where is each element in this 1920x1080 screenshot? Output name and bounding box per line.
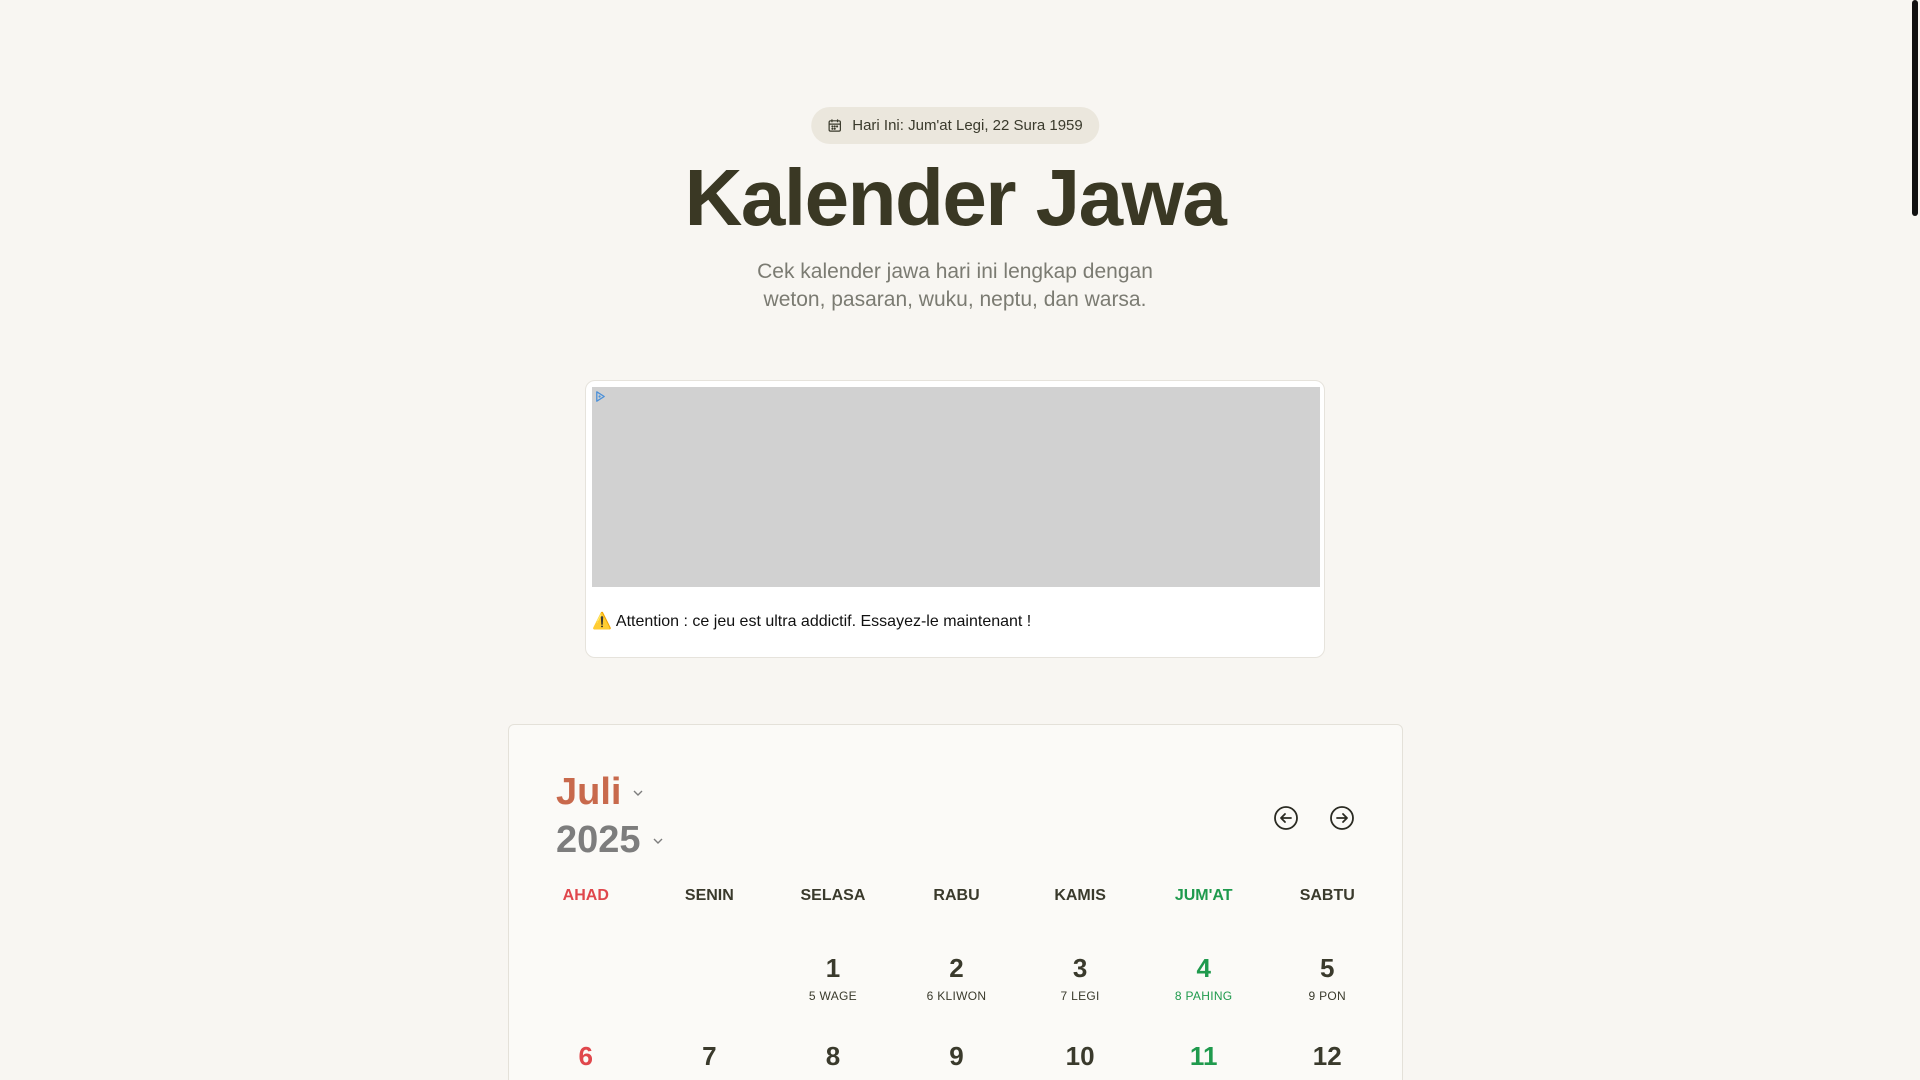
day-number: 4 — [1196, 953, 1211, 983]
day-number: 5 — [1320, 953, 1335, 983]
day-number: 1 — [825, 953, 841, 983]
day-number: 7 — [702, 1041, 717, 1071]
weekday-rabu: RABU — [933, 887, 980, 904]
ad-image[interactable] — [592, 387, 1320, 587]
day-cell[interactable]: 1 5 WAGE — [771, 953, 895, 1003]
ad-text[interactable]: ⚠️ Attention : ce jeu est ultra addictif.… — [592, 611, 1031, 631]
weekday-jumat: JUM'AT — [1174, 887, 1233, 904]
day-cell[interactable]: 12 — [1265, 1041, 1389, 1071]
month-select[interactable]: Juli — [556, 771, 645, 814]
week-row: 6 7 8 9 10 11 12 — [524, 1041, 1389, 1071]
day-pasaran: 7 LEGI — [1060, 989, 1100, 1003]
weekday-kamis: KAMIS — [1054, 887, 1106, 904]
day-number: 2 — [949, 953, 964, 983]
ad-choices-icon[interactable] — [594, 390, 607, 403]
prev-month-button[interactable] — [1273, 805, 1299, 831]
ad-container[interactable]: ⚠️ Attention : ce jeu est ultra addictif.… — [585, 380, 1325, 658]
page-subtitle: Cek kalender jawa hari ini lengkap denga… — [757, 260, 1153, 311]
today-badge: Hari Ini: Jum'at Legi, 22 Sura 1959 — [811, 107, 1099, 144]
calendar-card: Juli 2025 AHAD SENIN SELASA RABU KAMIS J… — [508, 724, 1403, 1080]
day-cell[interactable]: 2 6 KLIWON — [895, 953, 1019, 1003]
day-cell[interactable]: 11 — [1142, 1041, 1266, 1071]
day-pasaran: 9 PON — [1308, 989, 1347, 1003]
next-month-button[interactable] — [1329, 805, 1355, 831]
day-cell[interactable]: 5 9 PON — [1265, 953, 1389, 1003]
day-cell[interactable]: 4 8 PAHING — [1142, 953, 1266, 1003]
day-number: 9 — [949, 1041, 964, 1071]
ad-text-label: Attention : ce jeu est ultra addictif. E… — [615, 613, 1032, 630]
week-row: 1 5 WAGE 2 6 KLIWON 3 7 LEGI 4 8 PAHING … — [524, 953, 1389, 1003]
day-number: 10 — [1065, 1041, 1095, 1071]
day-cell-empty — [648, 953, 772, 1003]
day-cell-empty — [524, 953, 648, 1003]
day-pasaran: 8 PAHING — [1174, 989, 1233, 1003]
scrollbar-track[interactable] — [1910, 0, 1920, 1080]
day-pasaran: 6 KLIWON — [926, 989, 987, 1003]
month-label: Juli — [556, 771, 622, 813]
day-pasaran: 5 WAGE — [808, 989, 857, 1003]
weekday-header: AHAD SENIN SELASA RABU KAMIS JUM'AT SABT… — [524, 887, 1389, 905]
day-cell[interactable]: 7 — [648, 1041, 772, 1071]
scrollbar-thumb[interactable] — [1912, 0, 1918, 216]
day-number: 12 — [1312, 1041, 1342, 1071]
day-cell[interactable]: 10 — [1018, 1041, 1142, 1071]
year-select[interactable]: 2025 — [556, 819, 665, 862]
page: Hari Ini: Jum'at Legi, 22 Sura 1959 Kale… — [0, 0, 1910, 1080]
warning-icon: ⚠️ — [592, 613, 612, 630]
day-number: 11 — [1189, 1041, 1218, 1071]
weekday-ahad: AHAD — [562, 887, 609, 904]
day-number: 8 — [825, 1041, 841, 1071]
weekday-sabtu: SABTU — [1299, 887, 1355, 904]
day-cell[interactable]: 3 7 LEGI — [1018, 953, 1142, 1003]
year-label: 2025 — [556, 819, 641, 861]
day-number: 3 — [1072, 953, 1088, 983]
day-cell[interactable]: 8 — [771, 1041, 895, 1071]
page-title: Kalender Jawa — [684, 153, 1227, 242]
chevron-down-icon — [653, 838, 663, 844]
chevron-down-icon — [633, 790, 643, 796]
day-cell[interactable]: 6 — [524, 1041, 648, 1071]
day-cell[interactable]: 9 — [895, 1041, 1019, 1071]
today-badge-text: Hari Ini: Jum'at Legi, 22 Sura 1959 — [852, 117, 1083, 134]
day-number: 6 — [578, 1041, 594, 1071]
weekday-senin: SENIN — [684, 887, 734, 904]
weekday-selasa: SELASA — [800, 887, 866, 904]
calendar-icon — [828, 119, 841, 132]
